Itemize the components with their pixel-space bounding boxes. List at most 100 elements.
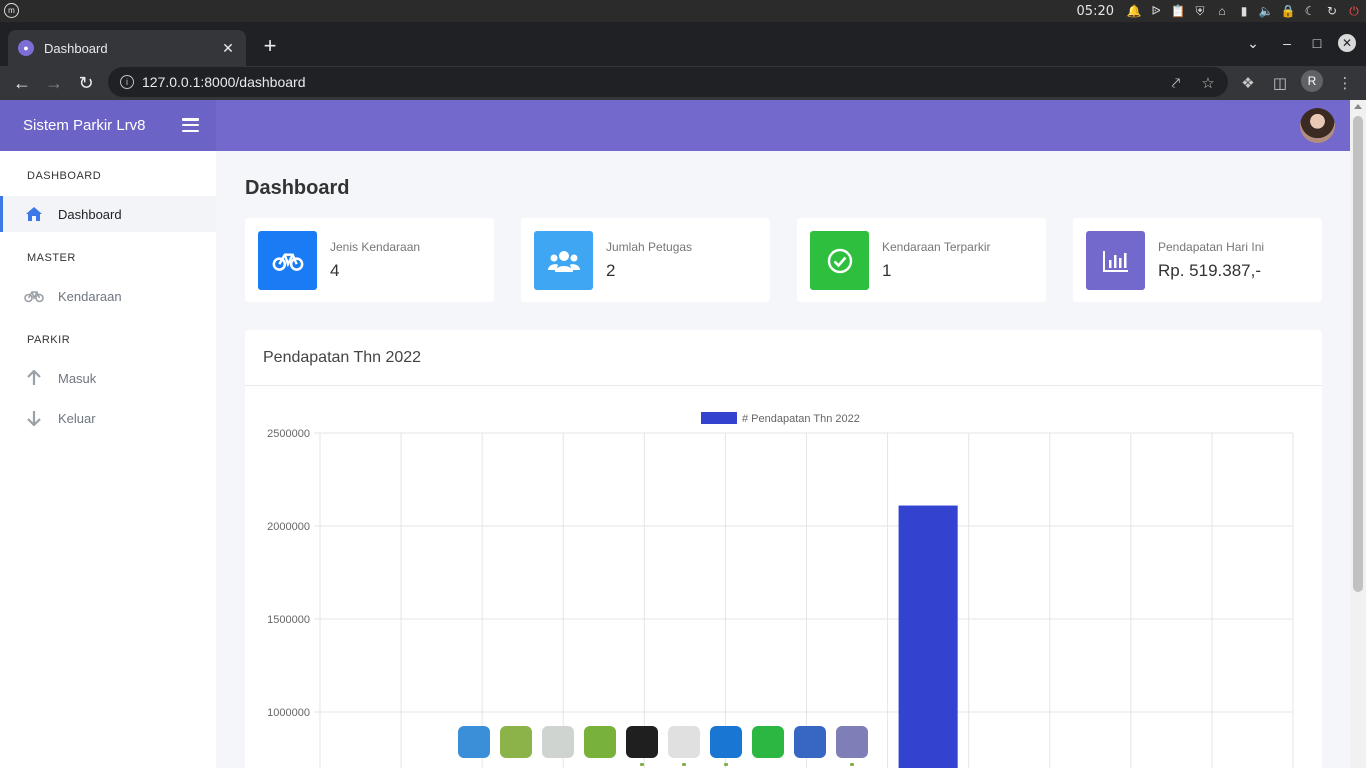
browser-tab[interactable]: ● Dashboard ✕ bbox=[8, 30, 246, 66]
stat-value: Rp. 519.387,- bbox=[1158, 261, 1262, 280]
users-icon bbox=[534, 231, 593, 290]
reload-button[interactable]: ↻ bbox=[73, 70, 99, 96]
sidebar-item-dashboard[interactable]: Dashboard bbox=[0, 196, 216, 232]
y-tick-label: 1000000 bbox=[267, 707, 310, 719]
sidebar-item-label: Kendaraan bbox=[58, 288, 122, 304]
spreadsheet-app-icon[interactable] bbox=[584, 726, 616, 758]
url-text[interactable]: 127.0.0.1:8000/dashboard bbox=[142, 74, 305, 90]
stat-value: 2 bbox=[606, 261, 616, 280]
taskbar-dock bbox=[452, 726, 872, 768]
stat-card-pendapatan-hari-ini: Pendapatan Hari Ini Rp. 519.387,- bbox=[1073, 218, 1322, 302]
stat-label: Kendaraan Terparkir bbox=[882, 240, 991, 254]
brand-title: Sistem Parkir Lrv8 bbox=[23, 117, 146, 134]
forward-button[interactable]: → bbox=[41, 70, 67, 96]
bluetooth-icon[interactable]: ᐉ bbox=[1148, 3, 1164, 19]
stat-card-jenis-kendaraan: Jenis Kendaraan 4 bbox=[245, 218, 494, 302]
sidebar-heading-master: MASTER bbox=[27, 252, 76, 264]
text-editor-app-icon[interactable] bbox=[836, 726, 868, 766]
sidebar-item-keluar[interactable]: Keluar bbox=[0, 400, 216, 436]
power-icon[interactable]: ⏻ bbox=[1346, 3, 1362, 19]
sidebar: DASHBOARD Dashboard MASTER Kendaraan PAR… bbox=[0, 151, 216, 768]
legend-label: # Pendapatan Thn 2022 bbox=[742, 413, 860, 425]
bicycle-icon bbox=[24, 286, 44, 306]
bookmark-star-icon[interactable]: ☆ bbox=[1196, 71, 1220, 95]
chart-card: Pendapatan Thn 2022 2500000 2000000 150000… bbox=[245, 330, 1322, 768]
stat-value: 1 bbox=[882, 261, 892, 280]
chrome-app-icon[interactable] bbox=[668, 726, 700, 766]
running-indicator bbox=[682, 763, 686, 766]
share-icon[interactable]: ⤤ bbox=[1164, 71, 1188, 95]
bar bbox=[898, 505, 958, 768]
whatsapp-app-icon[interactable] bbox=[752, 726, 784, 758]
browser-toolbar: ← → ↻ i 127.0.0.1:8000/dashboard ⤤ ☆ ❖ ◫… bbox=[0, 66, 1366, 100]
browser-tabstrip: ● Dashboard ✕ + ⌄ – □ ✕ bbox=[0, 22, 1366, 66]
sidebar-item-masuk[interactable]: Masuk bbox=[0, 360, 216, 396]
main-content: Dashboard Jenis Kendaraan 4 Jumlah Petug… bbox=[216, 151, 1350, 768]
clipboard-icon[interactable]: 📋 bbox=[1170, 3, 1186, 19]
terminal-app-icon[interactable] bbox=[626, 726, 658, 766]
profile-avatar[interactable]: R bbox=[1301, 70, 1323, 92]
os-top-bar: m 05:20 🔔 ᐉ 📋 ⛨ ⌂ ▮ 🔈 🔒 ☾ ↻ ⏻ bbox=[0, 0, 1366, 22]
home-icon bbox=[24, 204, 44, 224]
wifi-icon[interactable]: ⌂ bbox=[1214, 3, 1230, 19]
settings-app-icon[interactable] bbox=[542, 726, 574, 758]
running-indicator bbox=[850, 763, 854, 766]
scroll-up-arrow-icon[interactable] bbox=[1354, 104, 1362, 109]
legend-swatch bbox=[701, 412, 737, 424]
back-button[interactable]: ← bbox=[9, 70, 35, 96]
tasks-app-icon[interactable] bbox=[794, 726, 826, 758]
bicycle-icon bbox=[258, 231, 317, 290]
address-bar[interactable]: i 127.0.0.1:8000/dashboard bbox=[108, 67, 1228, 97]
extensions-icon[interactable]: ❖ bbox=[1236, 71, 1260, 95]
sidebar-item-kendaraan[interactable]: Kendaraan bbox=[0, 278, 216, 314]
maximize-button[interactable]: □ bbox=[1306, 32, 1328, 54]
stat-card-kendaraan-terparkir: Kendaraan Terparkir 1 bbox=[797, 218, 1046, 302]
update-icon[interactable]: ↻ bbox=[1324, 3, 1340, 19]
tab-close-icon[interactable]: ✕ bbox=[220, 40, 236, 56]
os-menu-icon[interactable]: m bbox=[4, 3, 19, 18]
page-scrollbar[interactable] bbox=[1350, 100, 1366, 768]
user-avatar[interactable] bbox=[1300, 108, 1335, 143]
site-info-icon[interactable]: i bbox=[120, 75, 134, 89]
y-tick-label: 2500000 bbox=[267, 428, 310, 440]
system-tray: 05:20 🔔 ᐉ 📋 ⛨ ⌂ ▮ 🔈 🔒 ☾ ↻ ⏻ bbox=[1077, 0, 1362, 22]
stat-label: Jenis Kendaraan bbox=[330, 240, 421, 254]
browser-menu-icon[interactable]: ⋮ bbox=[1333, 71, 1357, 95]
side-panel-icon[interactable]: ◫ bbox=[1268, 71, 1292, 95]
stat-label: Jumlah Petugas bbox=[606, 240, 693, 254]
scroll-thumb[interactable] bbox=[1353, 116, 1363, 592]
files-app-icon[interactable] bbox=[500, 726, 532, 758]
shield-icon[interactable]: ⛨ bbox=[1192, 3, 1208, 19]
desktop-app-icon[interactable] bbox=[458, 726, 490, 758]
battery-icon[interactable]: ▮ bbox=[1236, 3, 1252, 19]
sidebar-item-label: Dashboard bbox=[58, 206, 122, 222]
sidebar-heading-dashboard: DASHBOARD bbox=[27, 170, 102, 182]
bar-chart-icon bbox=[1086, 231, 1145, 290]
running-indicator bbox=[640, 763, 644, 766]
y-tick-label: 2000000 bbox=[267, 521, 310, 533]
stat-label: Pendapatan Hari Ini bbox=[1158, 240, 1265, 254]
arrow-up-icon bbox=[24, 368, 44, 388]
revenue-bar-chart: 2500000 2000000 1500000 1000000 # Pendapatan… bbox=[267, 412, 1294, 768]
tab-favicon-icon: ● bbox=[18, 40, 34, 56]
new-tab-button[interactable]: + bbox=[258, 33, 282, 58]
sidebar-toggle-icon[interactable] bbox=[182, 118, 199, 132]
minimize-button[interactable]: – bbox=[1276, 32, 1298, 54]
y-tick-label: 1500000 bbox=[267, 614, 310, 626]
lock-icon[interactable]: 🔒 bbox=[1280, 3, 1296, 19]
tab-search-icon[interactable]: ⌄ bbox=[1242, 32, 1264, 54]
close-window-button[interactable]: ✕ bbox=[1338, 34, 1356, 52]
vscode-app-icon[interactable] bbox=[710, 726, 742, 766]
volume-icon[interactable]: 🔈 bbox=[1258, 3, 1274, 19]
arrow-down-icon bbox=[24, 408, 44, 428]
top-navbar bbox=[216, 100, 1350, 151]
sidebar-heading-parkir: PARKIR bbox=[27, 334, 71, 346]
night-mode-icon[interactable]: ☾ bbox=[1302, 3, 1318, 19]
page-title: Dashboard bbox=[245, 177, 350, 199]
sidebar-item-label: Keluar bbox=[58, 410, 96, 426]
notification-icon[interactable]: 🔔 bbox=[1126, 3, 1142, 19]
clock[interactable]: 05:20 bbox=[1077, 4, 1114, 19]
check-circle-icon bbox=[810, 231, 869, 290]
stat-value: 4 bbox=[330, 261, 340, 280]
running-indicator bbox=[724, 763, 728, 766]
